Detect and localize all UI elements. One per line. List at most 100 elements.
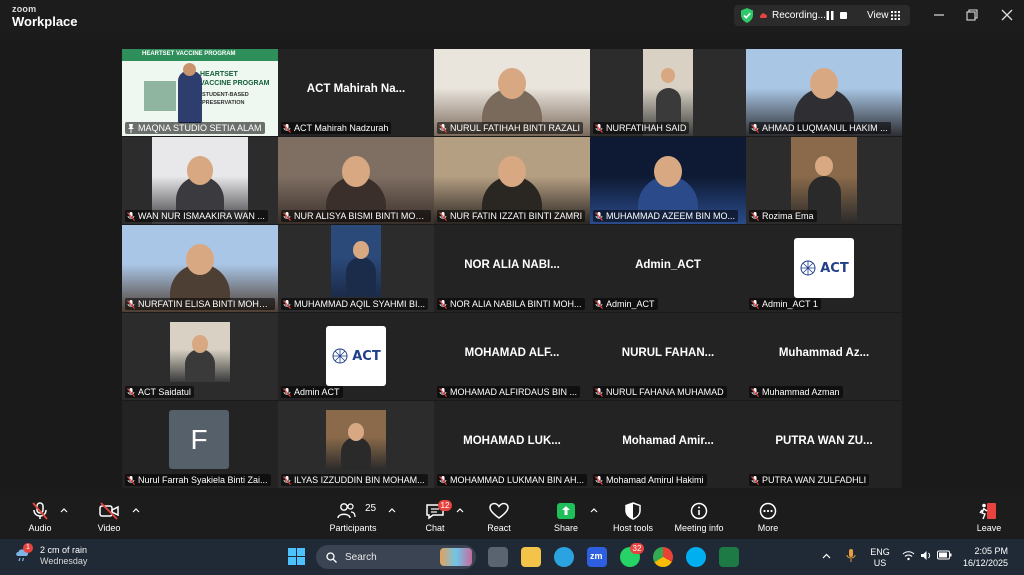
participant-tile[interactable]: Rozima Ema bbox=[746, 137, 902, 224]
pause-recording-icon[interactable] bbox=[826, 11, 834, 20]
participant-tile[interactable]: Mohamad Amir... Mohamad Amirul Hakimi bbox=[590, 401, 746, 488]
muted-mic-icon bbox=[283, 211, 291, 221]
participant-tile[interactable]: F Nurul Farrah Syakiela Binti Zai... bbox=[122, 401, 278, 488]
meeting-info-button[interactable]: Meeting info bbox=[673, 495, 725, 539]
participants-label: Participants bbox=[329, 523, 377, 533]
act-logo: ACT bbox=[326, 326, 386, 386]
stop-recording-icon[interactable] bbox=[840, 12, 847, 19]
participant-name-label: Mohamad Amirul Hakimi bbox=[593, 474, 707, 486]
chat-options-chevron-icon[interactable] bbox=[456, 507, 464, 513]
video-button[interactable]: Video bbox=[93, 495, 125, 539]
slide-header-text: HEARTSET VACCINE PROGRAM bbox=[142, 51, 236, 57]
microphone-in-use-icon[interactable] bbox=[846, 549, 856, 563]
participant-tile[interactable]: PUTRA WAN ZU... PUTRA WAN ZULFADHLI bbox=[746, 401, 902, 488]
view-button[interactable]: View bbox=[867, 10, 889, 21]
muted-mic-icon bbox=[595, 299, 603, 309]
participants-options-chevron-icon[interactable] bbox=[388, 507, 396, 513]
participant-tile[interactable]: MUHAMMAD AQIL SYAHMI BI... bbox=[278, 225, 434, 312]
video-label: Video bbox=[97, 523, 121, 533]
participant-tile[interactable]: Admin_ACT Admin_ACT bbox=[590, 225, 746, 312]
participant-tile[interactable]: NURFATIHAH SAID bbox=[590, 49, 746, 136]
clock-time: 2:05 PM bbox=[974, 546, 1008, 556]
participant-tile[interactable]: ACT Saidatul bbox=[122, 313, 278, 400]
audio-button[interactable]: Audio bbox=[25, 495, 55, 539]
skype-icon[interactable] bbox=[686, 547, 706, 567]
slide-title-1: HEARTSET bbox=[200, 71, 238, 78]
participant-name: NURUL FAHANA MUHAMAD bbox=[606, 387, 724, 397]
leave-button[interactable]: Leave bbox=[974, 495, 1004, 539]
participant-tile[interactable]: MOHAMAD LUK... MOHAMMAD LUKMAN BIN AH... bbox=[434, 401, 590, 488]
file-explorer-icon[interactable] bbox=[521, 547, 541, 567]
participant-name-label: Rozima Ema bbox=[749, 210, 817, 222]
clock-date: 16/12/2025 bbox=[962, 558, 1008, 568]
participant-display-name: MOHAMAD LUK... bbox=[463, 435, 561, 447]
wifi-icon[interactable] bbox=[902, 550, 915, 561]
participant-name-label: PUTRA WAN ZULFADHLI bbox=[749, 474, 870, 486]
input-language[interactable]: ENG US bbox=[866, 547, 894, 569]
muted-mic-icon bbox=[439, 387, 447, 397]
participant-tile[interactable]: MOHAMAD ALF... MOHAMAD ALFIRDAUS BIN ... bbox=[434, 313, 590, 400]
encryption-shield-icon[interactable] bbox=[740, 8, 754, 23]
react-button[interactable]: React bbox=[485, 495, 513, 539]
participant-tile[interactable]: Muhammad Az... Muhammad Azman bbox=[746, 313, 902, 400]
task-view-icon[interactable] bbox=[488, 547, 508, 567]
more-icon bbox=[759, 502, 777, 520]
excel-icon[interactable] bbox=[719, 547, 739, 567]
taskbar-search-box[interactable]: Search bbox=[316, 545, 476, 569]
windows-start-icon[interactable] bbox=[288, 548, 305, 565]
participant-name-label: NOR ALIA NABILA BINTI MOH... bbox=[437, 298, 585, 310]
gallery-view-icon[interactable] bbox=[891, 11, 900, 20]
participant-tile[interactable]: ACT Admin ACT bbox=[278, 313, 434, 400]
minimize-icon[interactable] bbox=[932, 8, 946, 22]
participant-tile[interactable]: HEARTSET VACCINE PROGRAM HEARTSET VACCINE … bbox=[122, 49, 278, 136]
participants-button[interactable]: Participants bbox=[327, 495, 379, 539]
participant-name-label: NUR ALISYA BISMI BINTI MOH... bbox=[281, 210, 431, 222]
participant-tile[interactable]: MUHAMMAD AZEEM BIN MO... bbox=[590, 137, 746, 224]
participant-tile[interactable]: ILYAS IZZUDDIN BIN MOHAM... bbox=[278, 401, 434, 488]
participant-name: NUR ALISYA BISMI BINTI MOH... bbox=[294, 211, 428, 221]
system-clock[interactable]: 2:05 PM 16/12/2025 bbox=[960, 545, 1008, 569]
participant-name-label: Admin_ACT 1 bbox=[749, 298, 821, 310]
participant-tile[interactable]: ACT Mahirah Na... ACT Mahirah Nadzurah bbox=[278, 49, 434, 136]
more-button[interactable]: More bbox=[754, 495, 782, 539]
volume-icon[interactable] bbox=[920, 550, 932, 561]
zoom-workplace-logo: zoom Workplace bbox=[12, 5, 78, 29]
participant-face bbox=[342, 156, 370, 187]
restore-window-icon[interactable] bbox=[965, 8, 979, 22]
share-screen-icon bbox=[557, 503, 575, 519]
participant-display-name: Admin_ACT bbox=[635, 259, 701, 271]
participant-tile[interactable]: NUR FATIN IZZATI BINTI ZAMRI bbox=[434, 137, 590, 224]
participant-tile[interactable]: NUR ALISYA BISMI BINTI MOH... bbox=[278, 137, 434, 224]
show-hidden-icons-chevron-icon[interactable] bbox=[822, 553, 831, 559]
participant-name: MUHAMMAD AZEEM BIN MO... bbox=[606, 211, 736, 221]
participant-tile[interactable]: WAN NUR ISMAAKIRA WAN ... bbox=[122, 137, 278, 224]
telegram-icon[interactable] bbox=[554, 547, 574, 567]
muted-mic-icon bbox=[439, 299, 447, 309]
video-options-chevron-icon[interactable] bbox=[132, 507, 140, 513]
participant-tile[interactable]: AHMAD LUQMANUL HAKIM ... bbox=[746, 49, 902, 136]
leave-meeting-icon bbox=[979, 503, 996, 520]
participant-tile[interactable]: ACT Admin_ACT 1 bbox=[746, 225, 902, 312]
weather-widget[interactable]: 1 2 cm of rain Wednesday bbox=[14, 543, 87, 567]
participant-name-label: ILYAS IZZUDDIN BIN MOHAM... bbox=[281, 474, 428, 486]
participant-name: WAN NUR ISMAAKIRA WAN ... bbox=[138, 211, 265, 221]
participant-tile[interactable]: NOR ALIA NABI... NOR ALIA NABILA BINTI MO… bbox=[434, 225, 590, 312]
chrome-icon[interactable] bbox=[653, 547, 673, 567]
zoom-taskbar-icon[interactable]: zm bbox=[587, 547, 607, 567]
participant-name-label: ACT Mahirah Nadzurah bbox=[281, 122, 392, 134]
video-gallery: HEARTSET VACCINE PROGRAM HEARTSET VACCINE … bbox=[0, 33, 1024, 495]
host-tools-button[interactable]: Host tools bbox=[611, 495, 655, 539]
pin-icon bbox=[128, 123, 134, 133]
participant-tile[interactable]: NURUL FATIHAH BINTI RAZALI bbox=[434, 49, 590, 136]
share-button[interactable]: Share bbox=[552, 495, 580, 539]
windows-taskbar: 1 2 cm of rain Wednesday Search zm 32 EN… bbox=[0, 539, 1024, 575]
battery-icon[interactable] bbox=[937, 550, 952, 560]
participant-tile[interactable]: NURFATIN ELISA BINTI MOHA... bbox=[122, 225, 278, 312]
participant-name-label: NUR FATIN IZZATI BINTI ZAMRI bbox=[437, 210, 586, 222]
participant-name-label: AHMAD LUQMANUL HAKIM ... bbox=[749, 122, 891, 134]
chat-label: Chat bbox=[425, 523, 445, 533]
close-window-icon[interactable] bbox=[1000, 8, 1014, 22]
participant-tile[interactable]: NURUL FAHAN... NURUL FAHANA MUHAMAD bbox=[590, 313, 746, 400]
audio-options-chevron-icon[interactable] bbox=[60, 507, 68, 513]
share-options-chevron-icon[interactable] bbox=[590, 507, 598, 513]
